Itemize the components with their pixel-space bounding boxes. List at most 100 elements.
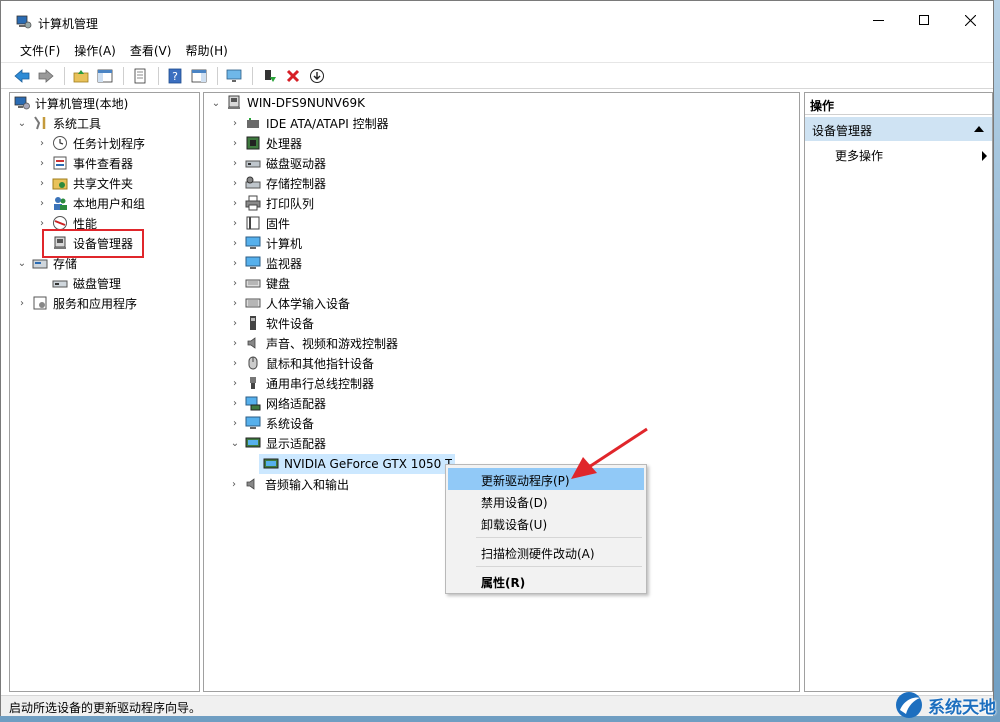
enable-button[interactable] bbox=[306, 65, 328, 87]
device-category-label: 磁盘驱动器 bbox=[266, 156, 327, 171]
chevron-right-icon[interactable]: › bbox=[229, 337, 241, 349]
device-category-label: 处理器 bbox=[266, 136, 303, 151]
submenu-arrow-icon bbox=[982, 151, 987, 161]
chevron-right-icon[interactable]: › bbox=[229, 157, 241, 169]
chevron-right-icon[interactable]: › bbox=[229, 397, 241, 409]
chevron-down-icon[interactable]: ⌄ bbox=[16, 257, 28, 269]
tree-task-scheduler[interactable]: › 任务计划程序 bbox=[36, 133, 145, 153]
chevron-right-icon[interactable]: › bbox=[229, 377, 241, 389]
download-circle-icon bbox=[310, 68, 324, 83]
menu-disable-device[interactable]: 禁用设备(D) bbox=[448, 490, 644, 512]
device-category[interactable]: › 声音、视频和游戏控制器 bbox=[229, 333, 398, 353]
context-menu: 更新驱动程序(P) 禁用设备(D) 卸载设备(U) 扫描检测硬件改动(A) 属性… bbox=[445, 464, 647, 594]
device-category-display-adapters[interactable]: ⌄ 显示适配器 bbox=[229, 433, 326, 453]
up-folder-button[interactable] bbox=[70, 65, 92, 87]
chevron-right-icon[interactable]: › bbox=[229, 137, 241, 149]
chevron-right-icon[interactable]: › bbox=[229, 317, 241, 329]
more-actions-item[interactable]: 更多操作 bbox=[835, 144, 989, 164]
device-category-label: 通用串行总线控制器 bbox=[266, 376, 375, 391]
menu-bar: 文件(F) 操作(A) 查看(V) 帮助(H) bbox=[1, 39, 993, 61]
help-button[interactable]: ? bbox=[164, 65, 186, 87]
device-category[interactable]: › 系统设备 bbox=[229, 413, 314, 433]
back-button[interactable] bbox=[11, 65, 33, 87]
device-tree-pane[interactable]: ⌄ WIN-DFS9NUNV69K › IDE ATA/ATAPI 控制器 › … bbox=[203, 92, 800, 692]
device-category-label: 鼠标和其他指针设备 bbox=[266, 356, 375, 371]
pane-icon bbox=[191, 69, 207, 82]
chevron-right-icon[interactable]: › bbox=[229, 237, 241, 249]
menu-scan-hardware[interactable]: 扫描检测硬件改动(A) bbox=[448, 541, 644, 563]
chevron-right-icon[interactable]: › bbox=[229, 117, 241, 129]
update-driver-button[interactable] bbox=[258, 65, 280, 87]
device-category[interactable]: › 软件设备 bbox=[229, 313, 314, 333]
tree-shared-folders[interactable]: › 共享文件夹 bbox=[36, 173, 133, 193]
chevron-down-icon[interactable]: ⌄ bbox=[16, 117, 28, 129]
services-icon bbox=[32, 295, 48, 311]
tree-event-viewer[interactable]: › 事件查看器 bbox=[36, 153, 133, 173]
title-bar[interactable]: 计算机管理 bbox=[1, 1, 993, 39]
chevron-right-icon[interactable]: › bbox=[229, 277, 241, 289]
device-category[interactable]: › 固件 bbox=[229, 213, 290, 233]
close-icon bbox=[964, 14, 976, 26]
menu-action[interactable]: 操作(A) bbox=[67, 39, 123, 61]
chevron-down-icon[interactable]: ⌄ bbox=[210, 97, 222, 109]
menu-uninstall-device[interactable]: 卸载设备(U) bbox=[448, 512, 644, 534]
chevron-right-icon[interactable]: › bbox=[229, 417, 241, 429]
console-tree-pane[interactable]: 计算机管理(本地) ⌄ 系统工具 › 任务计划程序 › 事件查看器 › 共享文件… bbox=[9, 92, 200, 692]
menu-help[interactable]: 帮助(H) bbox=[178, 39, 234, 61]
device-category[interactable]: › IDE ATA/ATAPI 控制器 bbox=[229, 113, 389, 133]
chevron-right-icon[interactable]: › bbox=[36, 197, 48, 209]
chevron-right-icon[interactable]: › bbox=[36, 177, 48, 189]
menu-file[interactable]: 文件(F) bbox=[13, 39, 67, 61]
menu-view[interactable]: 查看(V) bbox=[123, 39, 179, 61]
device-category-audio[interactable]: › 音频输入和输出 bbox=[228, 474, 349, 494]
close-button[interactable] bbox=[947, 1, 993, 39]
monitor-button[interactable] bbox=[223, 65, 245, 87]
minimize-button[interactable] bbox=[855, 1, 901, 39]
device-gpu[interactable]: NVIDIA GeForce GTX 1050 Ti bbox=[263, 454, 452, 474]
device-tree-computer[interactable]: ⌄ WIN-DFS9NUNV69K bbox=[210, 93, 365, 113]
chevron-right-icon[interactable]: › bbox=[228, 478, 240, 490]
device-category[interactable]: › 键盘 bbox=[229, 273, 290, 293]
chevron-right-icon[interactable]: › bbox=[16, 297, 28, 309]
chevron-right-icon[interactable]: › bbox=[36, 157, 48, 169]
chevron-right-icon[interactable]: › bbox=[229, 297, 241, 309]
chevron-right-icon[interactable]: › bbox=[229, 217, 241, 229]
device-category[interactable]: › 计算机 bbox=[229, 233, 302, 253]
uninstall-button[interactable] bbox=[282, 65, 304, 87]
annotation-highlight-box bbox=[42, 229, 144, 258]
clock-icon bbox=[52, 135, 68, 151]
show-hide-tree-button[interactable] bbox=[94, 65, 116, 87]
device-category[interactable]: › 网络适配器 bbox=[229, 393, 326, 413]
chevron-down-icon[interactable]: ⌄ bbox=[229, 437, 241, 449]
tree-services[interactable]: › 服务和应用程序 bbox=[16, 293, 137, 313]
device-category[interactable]: › 人体学输入设备 bbox=[229, 293, 350, 313]
tree-root[interactable]: 计算机管理(本地) bbox=[14, 93, 128, 113]
printer-icon bbox=[245, 195, 261, 211]
forward-button[interactable] bbox=[35, 65, 57, 87]
chevron-right-icon[interactable]: › bbox=[229, 357, 241, 369]
chevron-right-icon[interactable]: › bbox=[229, 177, 241, 189]
tree-system-tools[interactable]: ⌄ 系统工具 bbox=[16, 113, 101, 133]
chevron-right-icon[interactable]: › bbox=[229, 257, 241, 269]
network-adapter-icon bbox=[245, 395, 261, 411]
device-category[interactable]: › 鼠标和其他指针设备 bbox=[229, 353, 374, 373]
chevron-right-icon[interactable]: › bbox=[36, 217, 48, 229]
tree-local-users[interactable]: › 本地用户和组 bbox=[36, 193, 145, 213]
device-category[interactable]: › 磁盘驱动器 bbox=[229, 153, 326, 173]
actions-section-device-manager[interactable]: 设备管理器 bbox=[805, 117, 992, 141]
chevron-right-icon[interactable]: › bbox=[229, 197, 241, 209]
device-category[interactable]: › 通用串行总线控制器 bbox=[229, 373, 374, 393]
export-list-button[interactable] bbox=[129, 65, 151, 87]
device-category-label: 音频输入和输出 bbox=[265, 477, 350, 492]
device-category[interactable]: › 打印队列 bbox=[229, 193, 314, 213]
tree-disk-management[interactable]: 磁盘管理 bbox=[52, 273, 121, 293]
system-tools-label: 系统工具 bbox=[53, 116, 102, 131]
collapse-triangle-icon[interactable] bbox=[974, 126, 984, 132]
maximize-button[interactable] bbox=[901, 1, 947, 39]
chevron-right-icon[interactable]: › bbox=[36, 137, 48, 149]
device-category[interactable]: › 处理器 bbox=[229, 133, 302, 153]
device-category[interactable]: › 存储控制器 bbox=[229, 173, 326, 193]
menu-properties[interactable]: 属性(R) bbox=[448, 570, 644, 592]
properties-pane-button[interactable] bbox=[188, 65, 210, 87]
device-category[interactable]: › 监视器 bbox=[229, 253, 302, 273]
